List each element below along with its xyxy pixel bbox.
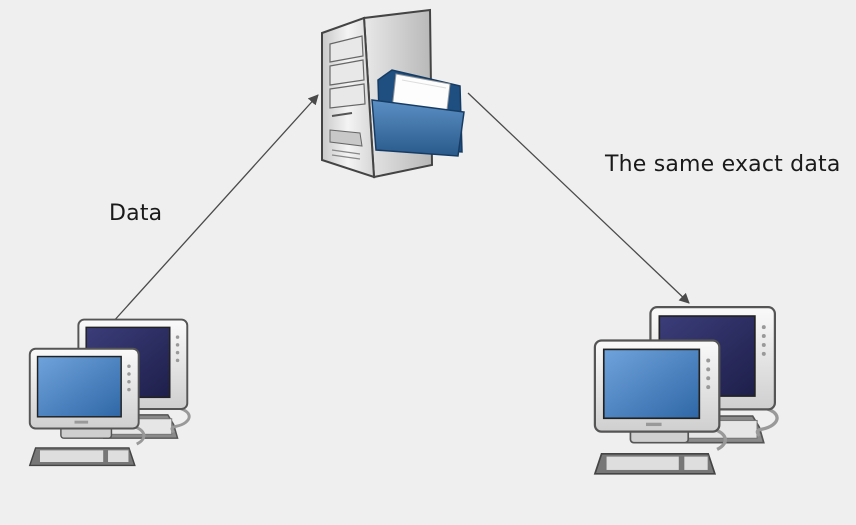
download-data-label: The same exact data [605,152,841,177]
network-diagram: Data The same exact data [0,0,856,521]
download-arrow [467,92,690,304]
destination-workstations-icon [593,305,779,476]
file-server-icon [321,8,465,179]
upload-data-label: Data [109,201,163,226]
source-workstations-icon [28,318,191,467]
diagram-canvas [28,8,779,476]
